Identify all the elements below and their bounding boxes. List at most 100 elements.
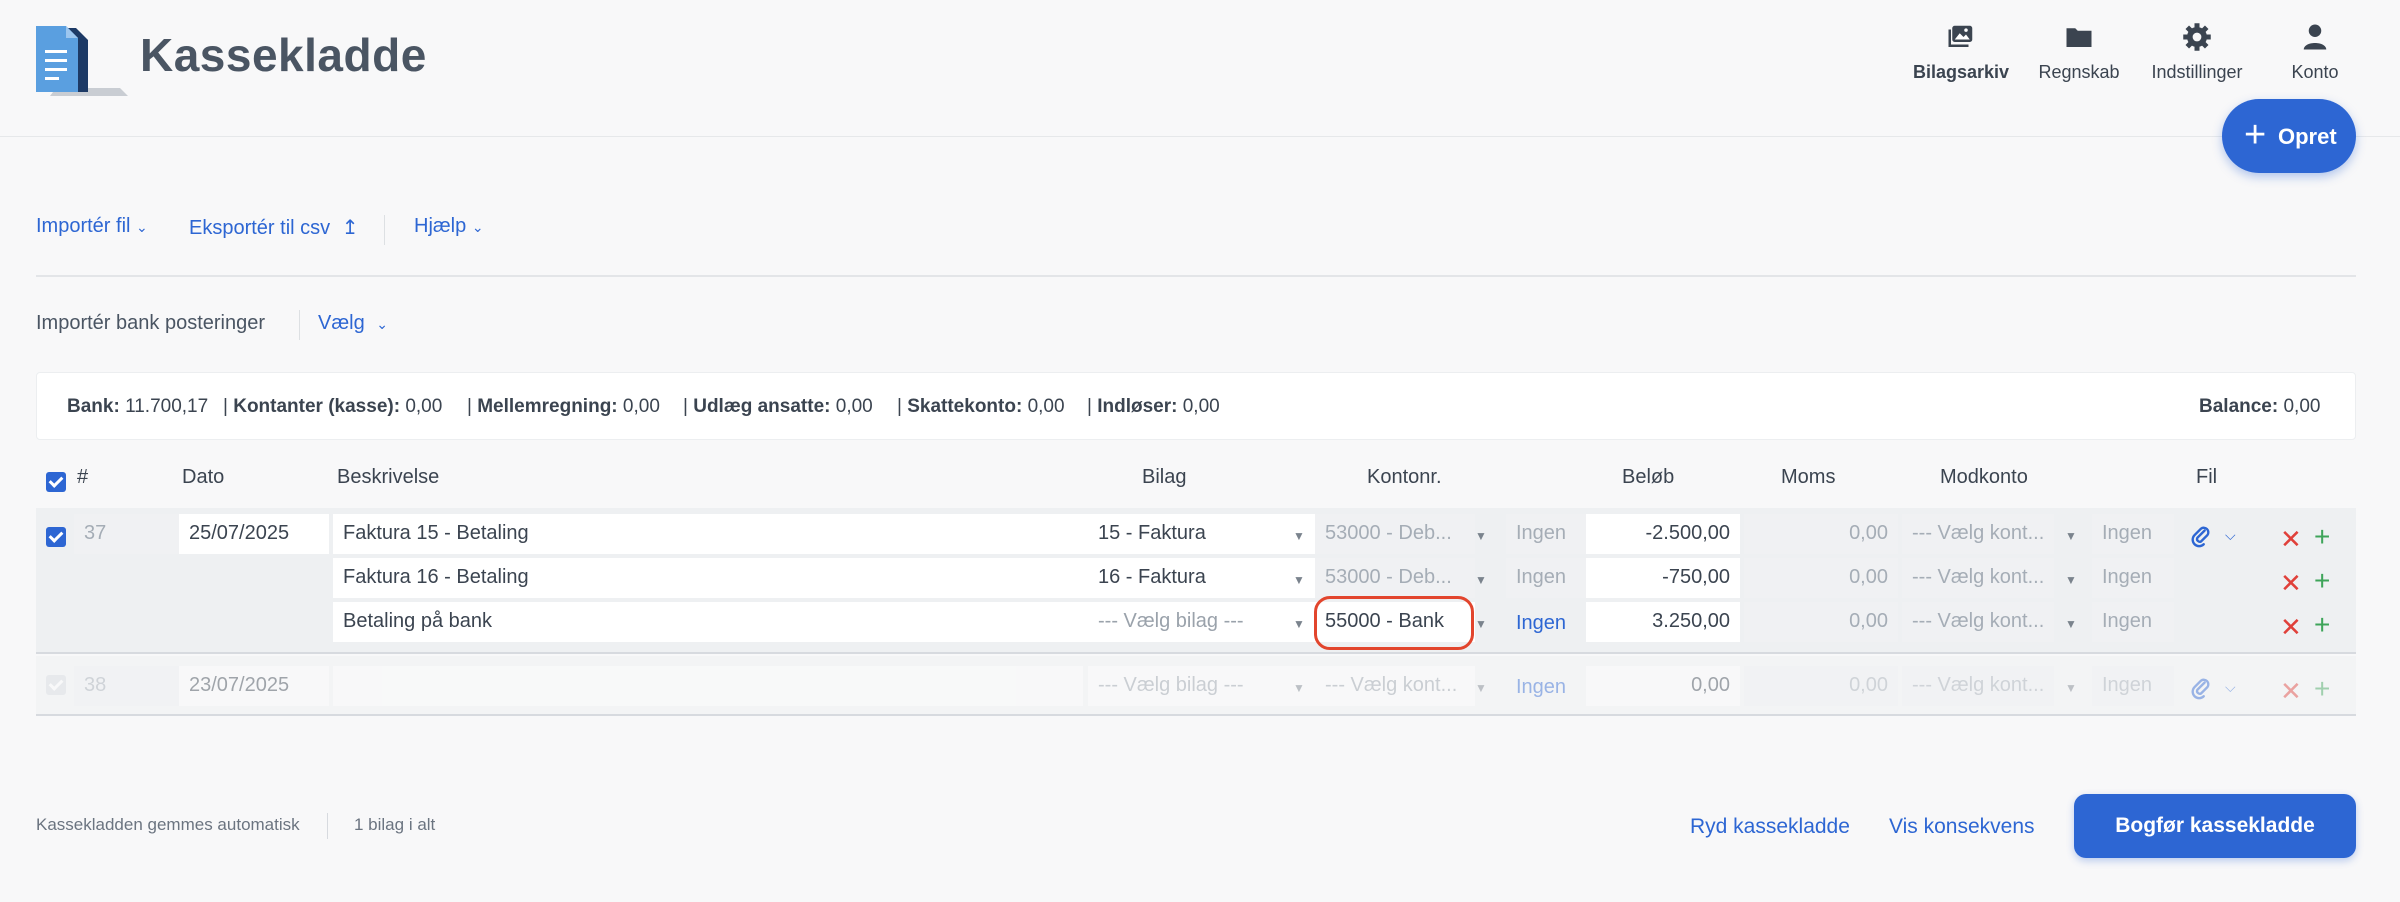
- opret-button[interactable]: + Opret: [2222, 99, 2356, 173]
- upload-arrow-icon: ↥: [341, 217, 359, 239]
- modkonto-select[interactable]: --- Vælg kont...: [1902, 514, 2054, 554]
- bilag-select[interactable]: --- Vælg bilag ---: [1088, 666, 1322, 706]
- nav-regnskab-label: Regnskab: [2038, 62, 2120, 82]
- gear-icon: [2183, 23, 2211, 51]
- add-line-icon[interactable]: +: [2314, 675, 2330, 703]
- import-file-label: Importér fil: [36, 215, 131, 237]
- import-file-menu[interactable]: Importér fil ⌄: [36, 215, 148, 238]
- select-all-checkbox[interactable]: [46, 472, 66, 492]
- delete-line-icon[interactable]: ✕: [2280, 614, 2302, 640]
- date-input[interactable]: 23/07/2025: [179, 666, 329, 706]
- paperclip-icon[interactable]: [2190, 676, 2212, 700]
- description-input[interactable]: Faktura 15 - Betaling: [333, 514, 1123, 554]
- col-belob: Beløb: [1622, 466, 1675, 488]
- moms-value: 0,00: [1744, 666, 1898, 706]
- col-fil: Fil: [2196, 466, 2218, 488]
- modkonto-moms-select[interactable]: Ingen: [2092, 666, 2174, 706]
- summary-mellemregning: | Mellemregning: 0,00: [467, 396, 660, 417]
- konto-moms-select[interactable]: Ingen: [1506, 514, 1588, 554]
- entry-group: 37 25/07/2025 Faktura 15 - Betaling 15 -…: [36, 508, 2356, 654]
- konto-select[interactable]: 53000 - Deb...: [1315, 558, 1475, 598]
- col-moms: Moms: [1781, 466, 1836, 488]
- toolbar-divider: [384, 215, 385, 245]
- konto-moms-select[interactable]: Ingen: [1516, 676, 1566, 699]
- add-line-icon[interactable]: +: [2314, 567, 2330, 595]
- table-header: # Dato Beskrivelse Bilag Kontonr. Beløb …: [36, 460, 2356, 500]
- delete-line-icon[interactable]: ✕: [2280, 678, 2302, 704]
- bilag-select[interactable]: 16 - Faktura: [1088, 558, 1322, 598]
- konto-moms-select[interactable]: Ingen: [1506, 558, 1588, 598]
- date-input[interactable]: 25/07/2025: [179, 514, 329, 554]
- summary-balance: Balance: 0,00: [2199, 396, 2321, 417]
- clear-journal-link[interactable]: Ryd kassekladde: [1690, 815, 1850, 839]
- konto-moms-select[interactable]: Ingen: [1516, 612, 1566, 635]
- delete-line-icon[interactable]: ✕: [2280, 526, 2302, 552]
- add-line-icon[interactable]: +: [2314, 523, 2330, 551]
- summary-udlaeg: | Udlæg ansatte: 0,00: [683, 396, 873, 417]
- modkonto-select[interactable]: --- Vælg kont...: [1902, 558, 2054, 598]
- caret-down-icon: ▼: [2065, 573, 2077, 587]
- nav-indstillinger[interactable]: Indstillinger: [2142, 18, 2252, 83]
- caret-down-icon: ▼: [1293, 529, 1305, 543]
- account-summary: Bank: 11.700,17 | Kontanter (kasse): 0,0…: [36, 372, 2356, 440]
- chevron-down-icon: ⌄: [136, 219, 148, 235]
- description-input[interactable]: Faktura 16 - Betaling: [333, 558, 1123, 598]
- amount-input[interactable]: 3.250,00: [1586, 602, 1740, 642]
- amount-input[interactable]: 0,00: [1586, 666, 1740, 706]
- amount-input[interactable]: -750,00: [1586, 558, 1740, 598]
- col-konto: Kontonr.: [1367, 466, 1442, 488]
- show-consequence-link[interactable]: Vis konsekvens: [1889, 815, 2035, 839]
- kassekladde-logo-icon: [36, 26, 128, 96]
- caret-down-icon: ▼: [2065, 529, 2077, 543]
- moms-value: 0,00: [1744, 558, 1898, 598]
- amount-input[interactable]: -2.500,00: [1586, 514, 1740, 554]
- app-header: Kassekladde Bilagsarkiv Regnskab Indstil…: [0, 0, 2400, 137]
- user-icon: [2303, 24, 2327, 50]
- help-menu[interactable]: Hjælp ⌄: [414, 215, 484, 238]
- col-bilag: Bilag: [1142, 466, 1187, 488]
- help-label: Hjælp: [414, 215, 467, 237]
- delete-line-icon[interactable]: ✕: [2280, 570, 2302, 596]
- import-bank-label: Importér bank posteringer: [36, 312, 266, 334]
- chevron-down-icon[interactable]: ⌵: [2225, 527, 2236, 544]
- nav-konto[interactable]: Konto: [2260, 18, 2370, 83]
- modkonto-select[interactable]: --- Vælg kont...: [1902, 602, 2054, 642]
- row-checkbox[interactable]: [46, 675, 66, 695]
- opret-label: Opret: [2278, 124, 2337, 149]
- caret-down-icon: ▼: [1475, 617, 1487, 631]
- konto-select[interactable]: 53000 - Deb...: [1315, 514, 1475, 554]
- modkonto-moms-select[interactable]: Ingen: [2092, 602, 2174, 642]
- chevron-down-icon[interactable]: ⌵: [2225, 679, 2236, 696]
- bilag-select[interactable]: --- Vælg bilag ---: [1088, 602, 1322, 642]
- add-line-icon[interactable]: +: [2314, 611, 2330, 639]
- konto-select[interactable]: --- Vælg kont...: [1315, 666, 1475, 706]
- col-modkonto: Modkonto: [1940, 466, 2028, 488]
- import-bank-divider: [299, 310, 300, 340]
- modkonto-moms-select[interactable]: Ingen: [2092, 558, 2174, 598]
- bilag-select[interactable]: 15 - Faktura: [1088, 514, 1322, 554]
- import-bank-select-label: Vælg: [318, 312, 365, 334]
- nav-regnskab[interactable]: Regnskab: [2024, 18, 2134, 83]
- row-checkbox[interactable]: [46, 527, 66, 547]
- description-input[interactable]: Betaling på bank: [333, 602, 1123, 642]
- modkonto-select[interactable]: --- Vælg kont...: [1902, 666, 2054, 706]
- bilag-count: 1 bilag i alt: [354, 815, 436, 834]
- nav-bilagsarkiv[interactable]: Bilagsarkiv: [1906, 18, 2016, 83]
- export-csv-button[interactable]: Eksportér til csv ↥: [189, 215, 358, 240]
- caret-down-icon: ▼: [1475, 529, 1487, 543]
- modkonto-moms-select[interactable]: Ingen: [2092, 514, 2174, 554]
- export-csv-label: Eksportér til csv: [189, 217, 331, 239]
- import-bank-select[interactable]: Vælg ⌄: [318, 312, 388, 335]
- description-input[interactable]: [333, 666, 1083, 706]
- page-title: Kassekladde: [140, 29, 427, 81]
- autosave-note: Kassekladden gemmes automatisk: [36, 815, 300, 834]
- col-num: #: [77, 466, 89, 488]
- summary-indloser: | Indløser: 0,00: [1087, 396, 1220, 417]
- paperclip-icon[interactable]: [2190, 524, 2212, 548]
- entry-group: 38 23/07/2025 --- Vælg bilag --- ▼ --- V…: [36, 656, 2356, 716]
- post-journal-button[interactable]: Bogfør kassekladde: [2074, 794, 2356, 858]
- nav-konto-label: Konto: [2291, 62, 2339, 82]
- caret-down-icon: ▼: [1293, 681, 1305, 695]
- caret-down-icon: ▼: [1293, 573, 1305, 587]
- chevron-down-icon: ⌄: [471, 219, 484, 235]
